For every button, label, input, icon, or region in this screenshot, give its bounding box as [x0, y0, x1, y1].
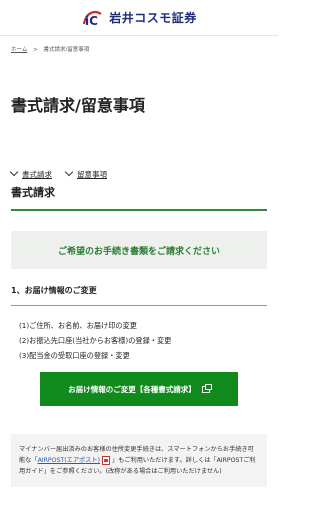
change-item-list: (1)ご住所、お名前、お届け印の変更 (2)お振込先口座(当社からお客様)の登録… — [19, 318, 278, 363]
anchor-label: 留意事項 — [77, 169, 107, 179]
svg-text:iC: iC — [85, 14, 98, 28]
page-anchor-links: 書式請求 留意事項 — [0, 134, 278, 184]
request-forms-button-label: お届け情報のご変更【各種書式請求】 — [68, 384, 196, 394]
company-logo[interactable]: iC 岩井コスモ証券 — [81, 8, 197, 28]
section-title: 書式請求 — [11, 184, 267, 211]
notice-text: ご希望のお手続き書類をご請求ください — [57, 246, 220, 257]
page-title: 書式請求/留意事項 — [11, 96, 145, 115]
request-forms-button[interactable]: お届け情報のご変更【各種書式請求】 — [40, 372, 238, 406]
anchor-link-form-request[interactable]: 書式請求 — [9, 164, 52, 184]
site-header: iC 岩井コスモ証券 — [0, 0, 278, 36]
breadcrumb-separator: > — [33, 47, 38, 53]
logo-text: 岩井コスモ証券 — [109, 11, 197, 25]
external-link-icon — [201, 383, 212, 393]
chevron-down-icon — [9, 167, 19, 177]
notice-box: ご希望のお手続き書類をご請求ください — [11, 231, 267, 269]
logo-mark-icon: iC — [83, 10, 102, 28]
airpost-link[interactable]: AIRPOST(エアポスト) — [38, 457, 100, 464]
list-item: (3)配当金の受取口座の登録・変更 — [19, 351, 130, 360]
list-item: (2)お振込先口座(当社からお客様)の登録・変更 — [19, 336, 172, 345]
cta-wrapper: お届け情報のご変更【各種書式請求】 — [0, 372, 278, 406]
breadcrumb-current: 書式請求/留意事項 — [43, 47, 90, 53]
list-item: (1)ご住所、お名前、お届け印の変更 — [19, 321, 137, 330]
breadcrumb-home-link[interactable]: ホーム — [11, 47, 27, 53]
chevron-down-icon — [64, 167, 74, 177]
anchor-label: 書式請求 — [22, 169, 52, 179]
subsection-title: 1、お届け情報のご変更 — [11, 285, 267, 306]
info-box: マイナンバー届出済みのお客様の住所変更手続きは、スマートフォンからお手続き可能な… — [11, 434, 267, 487]
anchor-link-notes[interactable]: 留意事項 — [64, 164, 107, 184]
breadcrumb: ホーム > 書式請求/留意事項 — [0, 36, 278, 56]
pdf-file-icon — [102, 455, 110, 465]
